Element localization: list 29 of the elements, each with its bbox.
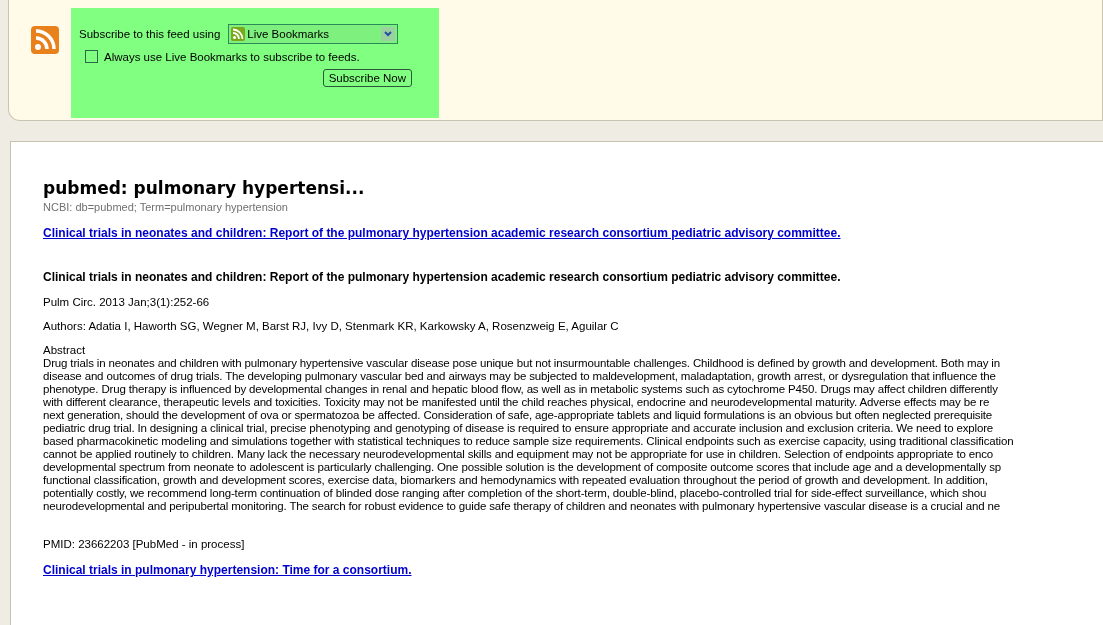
abstract-text: pediatric drug trial. In designing a clinical trial, precise phenotyping and genotyping of disease is required to ensure appropriate and accurate inclusion and exclusion criteria. We need to explore xyxy=(43,422,995,435)
entry-link[interactable]: Clinical trials in neonates and children: Report of the pulmonary hypertension academic research consortium pediatric advisory committee. xyxy=(43,226,841,240)
entry-link[interactable]: Clinical trials in pulmonary hypertension: Time for a consortium. xyxy=(43,563,412,577)
abstract-text: potentially costly, we recommend long-term continuation of blinded dose ranging after completion of the short-term, double-blind, placebo-controlled trial for side-effect surveillance, which shou xyxy=(43,487,988,500)
authors: Authors: Adatia I, Haworth SG, Wegner M, Barst RJ, Ivy D, Stenmark KR, Karkowsky A, Rosenzweig E, Aguilar C xyxy=(43,320,620,332)
caret-icon xyxy=(381,27,396,41)
reader-dropdown[interactable]: Live Bookmarks xyxy=(228,24,399,44)
abstract-text: cannot be applied routinely to children. Many lack the necessary neurodevelopmental skills and equipment may not be appropriate for use in children. Selection of endpoints appropriate to enco xyxy=(43,448,995,461)
feed-icon xyxy=(231,27,246,41)
subscribe-button[interactable]: Subscribe Now xyxy=(322,69,412,87)
abstract-text: disease and outcomes of drug trials. The developing pulmonary vascular bed and airways may be subjected to maldevelopment, maladaptation, growth arrest, or dysregulation that influence the xyxy=(43,370,997,383)
abstract-text: phenotype. Drug therapy is influenced by developmental changes in renal and hepatic blood flow, as well as in metabolic systems such as cytochrome P450. Drugs may affect children differently xyxy=(43,383,999,396)
abstract-text: developmental spectrum from neonate to adolescent is particularly challenging. One possible solution is the development of composite outcome scores that include age and a developmentally sp xyxy=(43,461,1003,474)
abstract-text: next generation, should the development of ova or spermatozoa be affected. Consideration of safe, age-appropriate tablets and liquid formulations is an obvious but often neglected prerequisite xyxy=(43,409,994,422)
feed-icon xyxy=(31,26,59,54)
abstract-text: Drug trials in neonates and children with pulmonary hypertensive vascular disease pose unique but not insurmountable challenges. Childhood is defined by growth and development. Both may in xyxy=(43,357,1001,370)
abstract-label: Abstract xyxy=(43,344,87,357)
checkbox[interactable] xyxy=(85,50,98,63)
feed-subtitle: NCBI: db=pubmed; Term=pulmonary hypertension xyxy=(43,201,289,213)
pmid: PMID: 23662203 [PubMed - in process] xyxy=(43,538,246,550)
abstract-text: neurodevelopmental and peripubertal monitoring. The search for robust evidence to guide safe therapy of children and neonates with pulmonary hypertensive vascular disease is a crucial and ne xyxy=(43,500,1002,513)
abstract-text: based pharmacokinetic modeling and simulations together with statistical techniques to reduce sample size requirements. Clinical endpoints such as exercise capacity, using traditional classification xyxy=(43,435,1015,448)
feed-title: pubmed: pulmonary hypertensi... xyxy=(43,178,366,198)
checkbox-label: Always use Live Bookmarks to subscribe to feeds. xyxy=(104,50,360,63)
abstract-text: with different clearance, therapeutic levels and toxicities. Toxicity may not be manifested until the child reaches physical, endocrine and neurodevelopmental maturity. Adverse effects may be re xyxy=(43,396,991,409)
entry-heading: Clinical trials in neonates and children: Report of the pulmonary hypertension academic research consortium pediatric advisory committee. xyxy=(43,270,842,284)
citation: Pulm Circ. 2013 Jan;3(1):252-66 xyxy=(43,296,211,308)
subscribe-label: Subscribe to this feed using xyxy=(79,28,221,40)
abstract-text: functional classification, growth and development scores, exercise data, biomarkers and hemodynamics with repeated evaluation throughout the period of growth and development. In addition, xyxy=(43,474,989,487)
